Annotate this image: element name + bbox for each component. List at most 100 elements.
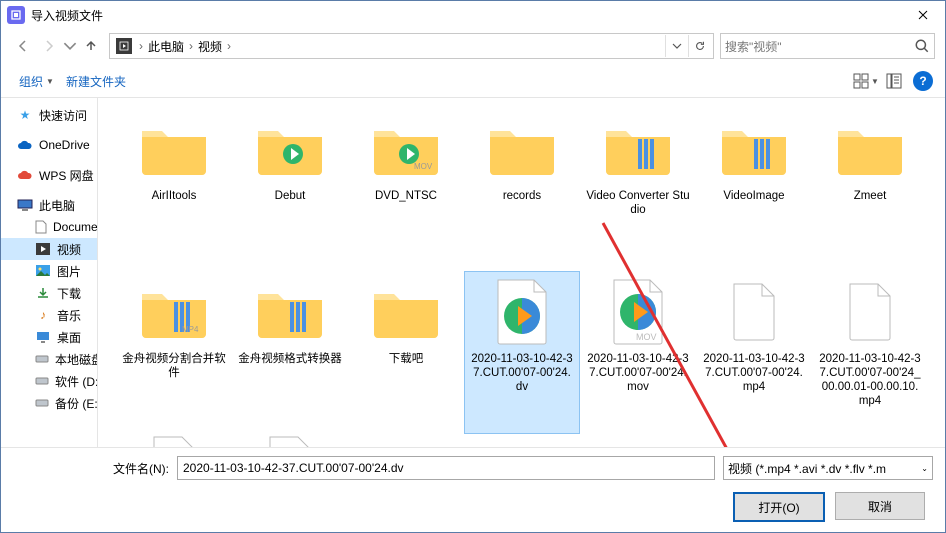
file-tile[interactable]: MOV 2020-11-03-10-42-37.CUT.00'07-00'24.… <box>580 271 696 434</box>
file-open-dialog: 导入视频文件 › 此电脑 › 视频 › 搜索"视频" 组织▼ <box>0 0 946 533</box>
file-grid[interactable]: AirIItools Debut MOV DVD_NTSC records Vi… <box>97 98 945 447</box>
chevron-down-icon: ⌄ <box>921 464 928 473</box>
sidebar-item-onedrive[interactable]: OneDrive <box>1 134 97 156</box>
video-file-icon <box>482 278 562 346</box>
folder-icon <box>250 278 330 346</box>
folder-tile[interactable]: VideoImage <box>696 108 812 271</box>
desktop-icon <box>35 329 51 345</box>
file-tile-selected[interactable]: 2020-11-03-10-42-37.CUT.00'07-00'24.dv <box>464 271 580 434</box>
recent-button[interactable] <box>63 34 77 58</box>
file-tile[interactable]: 2020-11-03-10-42-37.CUT.00'07-00'24.mp4 <box>696 271 812 434</box>
back-button[interactable] <box>11 34 35 58</box>
music-icon: ♪ <box>35 307 51 323</box>
filename-label: 文件名(N): <box>113 460 169 477</box>
folder-icon <box>714 115 794 183</box>
sidebar-item-thispc[interactable]: 此电脑 <box>1 194 97 216</box>
download-icon <box>35 285 51 301</box>
folder-icon <box>250 115 330 183</box>
open-button[interactable]: 打开(O) <box>733 492 825 522</box>
crumb-folder[interactable]: 视频 <box>196 38 224 55</box>
doc-icon <box>35 219 47 235</box>
folder-tile[interactable]: records <box>464 108 580 271</box>
filetype-filter[interactable]: 视频 (*.mp4 *.avi *.dv *.flv *.m ⌄ <box>723 456 933 480</box>
sidebar-item-video[interactable]: 视频 <box>1 238 97 260</box>
folder-tile[interactable]: Zmeet <box>812 108 928 271</box>
sidebar-item-music[interactable]: ♪音乐 <box>1 304 97 326</box>
pc-icon <box>17 197 33 213</box>
pics-icon <box>35 263 51 279</box>
disk-icon <box>35 373 49 389</box>
address-row: › 此电脑 › 视频 › 搜索"视频" <box>1 29 945 65</box>
separator-icon: › <box>136 39 146 53</box>
video-icon <box>35 241 51 257</box>
folder-tile[interactable]: MP4 金舟视频分割合并软件 <box>116 271 232 434</box>
video-file-icon: MOV <box>598 278 678 346</box>
folder-icon <box>482 115 562 183</box>
file-icon <box>134 435 214 447</box>
button-row: 打开(O) 取消 <box>13 492 933 522</box>
sidebar-item-disk-d[interactable]: 软件 (D: <box>1 370 97 392</box>
sidebar-item-disk-c[interactable]: 本地磁盘 <box>1 348 97 370</box>
folder-icon <box>598 115 678 183</box>
file-tile[interactable] <box>116 428 232 447</box>
disk-icon <box>35 351 49 367</box>
view-icons-button[interactable]: ▼ <box>853 70 879 92</box>
titlebar: 导入视频文件 <box>1 1 945 29</box>
cloud-icon <box>17 137 33 153</box>
toolbar: 组织▼ 新建文件夹 ▼ ? <box>1 65 945 98</box>
file-tile[interactable] <box>232 428 348 447</box>
star-icon: ★ <box>17 107 33 123</box>
window-title: 导入视频文件 <box>31 7 900 24</box>
footer: 文件名(N): 视频 (*.mp4 *.avi *.dv *.flv *.m ⌄… <box>1 447 945 532</box>
svg-text:MOV: MOV <box>414 162 433 171</box>
folder-tile[interactable]: 下载吧 <box>348 271 464 434</box>
file-icon <box>830 278 910 346</box>
crumb-thispc[interactable]: 此电脑 <box>146 38 186 55</box>
dialog-body: ★快速访问 OneDrive WPS 网盘 此电脑 Documen 视频 图片 … <box>1 98 945 447</box>
filename-input[interactable] <box>177 456 715 480</box>
sidebar-item-pictures[interactable]: 图片 <box>1 260 97 282</box>
app-icon <box>7 6 25 24</box>
sidebar-item-desktop[interactable]: 桌面 <box>1 326 97 348</box>
nav-arrows <box>11 34 103 58</box>
up-button[interactable] <box>79 34 103 58</box>
refresh-button[interactable] <box>688 35 711 57</box>
sidebar: ★快速访问 OneDrive WPS 网盘 此电脑 Documen 视频 图片 … <box>1 98 97 447</box>
search-icon <box>914 38 930 54</box>
breadcrumb-dropdown-button[interactable] <box>665 35 688 57</box>
separator-icon: › <box>224 39 234 53</box>
newfolder-button[interactable]: 新建文件夹 <box>60 69 132 94</box>
folder-tile[interactable]: MOV DVD_NTSC <box>348 108 464 271</box>
cancel-button[interactable]: 取消 <box>835 492 925 520</box>
filename-row: 文件名(N): 视频 (*.mp4 *.avi *.dv *.flv *.m ⌄ <box>13 456 933 480</box>
video-library-icon <box>116 38 132 54</box>
file-icon <box>250 435 330 447</box>
folder-tile[interactable]: Debut <box>232 108 348 271</box>
folder-tile[interactable]: Video Converter Studio <box>580 108 696 271</box>
sidebar-item-disk-e[interactable]: 备份 (E: <box>1 392 97 414</box>
breadcrumb[interactable]: › 此电脑 › 视频 › <box>109 33 714 59</box>
forward-button[interactable] <box>37 34 61 58</box>
svg-text:MP4: MP4 <box>182 325 199 334</box>
folder-tile[interactable]: AirIItools <box>116 108 232 271</box>
file-tile[interactable]: 2020-11-03-10-42-37.CUT.00'07-00'24_00.0… <box>812 271 928 434</box>
sidebar-item-wps[interactable]: WPS 网盘 <box>1 164 97 186</box>
search-input[interactable]: 搜索"视频" <box>720 33 935 59</box>
partial-row <box>116 428 348 447</box>
svg-text:MOV: MOV <box>636 332 657 342</box>
close-button[interactable] <box>900 1 945 29</box>
disk-icon <box>35 395 49 411</box>
folder-tile[interactable]: 金舟视频格式转换器 <box>232 271 348 434</box>
sidebar-item-documents[interactable]: Documen <box>1 216 97 238</box>
folder-icon <box>366 278 446 346</box>
folder-icon: MOV <box>366 115 446 183</box>
folder-icon <box>134 115 214 183</box>
organize-button[interactable]: 组织▼ <box>13 69 60 94</box>
help-button[interactable]: ? <box>913 71 933 91</box>
cloud-icon <box>17 167 33 183</box>
sidebar-item-downloads[interactable]: 下载 <box>1 282 97 304</box>
view-details-button[interactable] <box>881 70 907 92</box>
chevron-down-icon: ▼ <box>46 77 54 86</box>
sidebar-item-quickaccess[interactable]: ★快速访问 <box>1 104 97 126</box>
folder-icon <box>830 115 910 183</box>
